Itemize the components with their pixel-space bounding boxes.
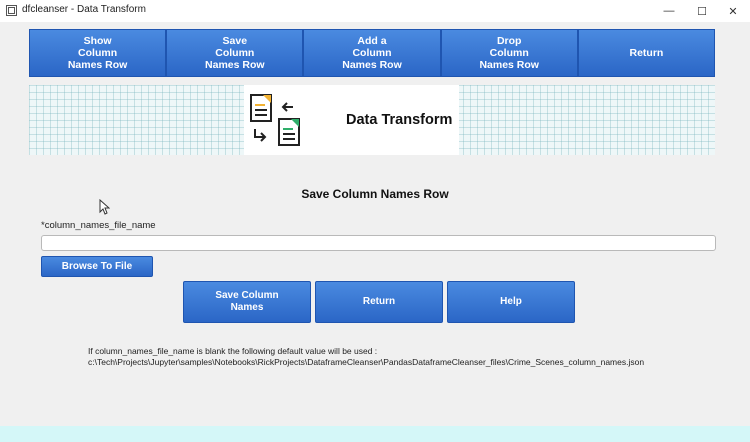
add-column-names-row-button[interactable]: Add a Column Names Row bbox=[303, 29, 441, 77]
browse-to-file-button[interactable]: Browse To File bbox=[41, 256, 153, 277]
banner: Data Transform bbox=[29, 85, 715, 155]
column-names-file-name-input[interactable] bbox=[41, 235, 716, 251]
maximize-button[interactable]: ☐ bbox=[685, 0, 719, 22]
show-column-names-row-button[interactable]: Show Column Names Row bbox=[29, 29, 167, 77]
save-column-names-row-button[interactable]: Save Column Names Row bbox=[166, 29, 304, 77]
minimize-button[interactable]: — bbox=[652, 0, 686, 22]
nav-return-button[interactable]: Return bbox=[577, 29, 716, 77]
note-line-1: If column_names_file_name is blank the f… bbox=[88, 346, 378, 356]
close-button[interactable]: ✕ bbox=[716, 0, 750, 22]
navbar: Show Column Names Row Save Column Names … bbox=[29, 29, 716, 77]
drop-column-names-row-button[interactable]: Drop Column Names Row bbox=[440, 29, 578, 77]
window-title: dfcleanser - Data Transform bbox=[22, 4, 146, 15]
bottom-bar bbox=[0, 426, 750, 442]
document-transform-icon bbox=[250, 94, 300, 146]
section-title: Save Column Names Row bbox=[301, 187, 449, 201]
return-button[interactable]: Return bbox=[315, 281, 443, 323]
save-column-names-button[interactable]: Save Column Names bbox=[183, 281, 311, 323]
banner-title: Data Transform bbox=[346, 112, 453, 128]
default-value-note: If column_names_file_name is blank the f… bbox=[88, 346, 644, 368]
help-button[interactable]: Help bbox=[447, 281, 575, 323]
note-line-2: c:\Tech\Projects\Jupyter\samples\Noteboo… bbox=[88, 357, 645, 367]
column-names-file-name-label: *column_names_file_name bbox=[41, 220, 156, 231]
mouse-cursor-icon bbox=[99, 199, 110, 215]
window-titlebar: dfcleanser - Data Transform — ☐ ✕ bbox=[0, 0, 750, 22]
app-icon bbox=[6, 5, 17, 16]
